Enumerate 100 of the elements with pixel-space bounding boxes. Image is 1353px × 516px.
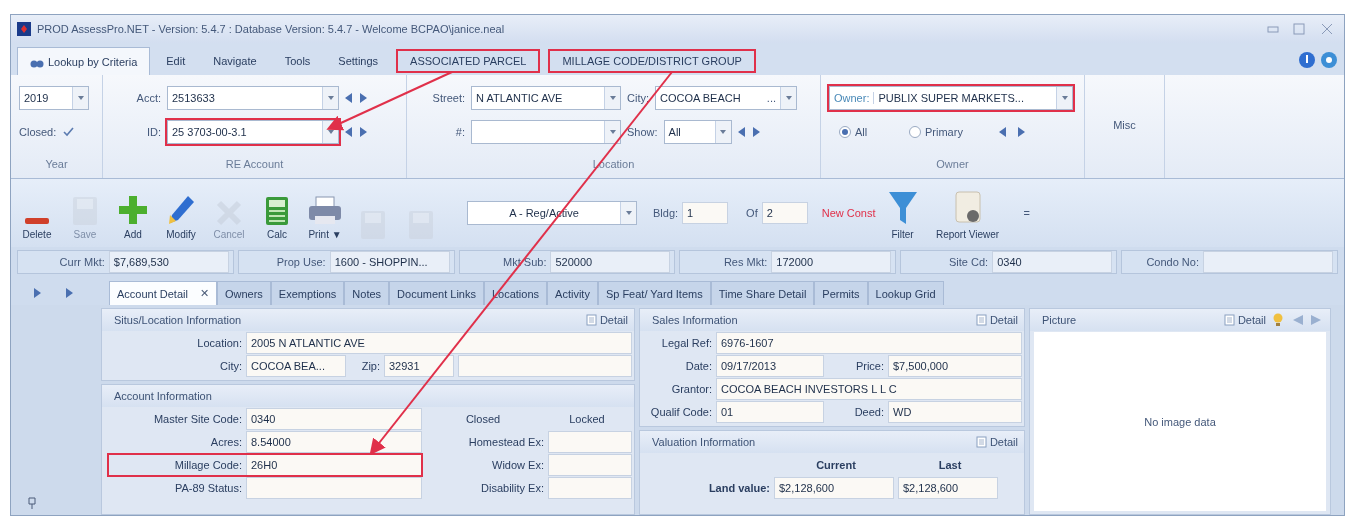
info-icon[interactable] xyxy=(1298,51,1316,69)
radio-option[interactable]: All xyxy=(839,126,899,138)
menu-tab[interactable]: Lookup by Criteria xyxy=(17,47,151,75)
help-icon[interactable] xyxy=(1320,51,1338,69)
filter-button[interactable]: Filter xyxy=(879,182,926,244)
menu-tab[interactable]: ASSOCIATED PARCEL xyxy=(394,47,543,75)
detail-tab[interactable]: Lookup Grid xyxy=(867,281,944,305)
detail-tab[interactable]: Document Links xyxy=(389,281,484,305)
detail-button[interactable]: Detail xyxy=(975,436,1018,448)
menu-tab[interactable]: Tools xyxy=(272,47,323,75)
value-field[interactable]: $2,128,600 xyxy=(774,477,894,499)
ellipsis-button[interactable]: ... xyxy=(762,92,780,104)
close-tab-button[interactable]: ✕ xyxy=(199,287,209,300)
detail-tab[interactable]: Permits xyxy=(814,281,868,305)
sales-field[interactable]: 09/17/2013 xyxy=(716,355,824,377)
year-dropdown[interactable]: 2019 xyxy=(19,86,89,110)
field-label: City: xyxy=(219,360,242,372)
detail-tab[interactable]: Sp Feat/ Yard Items xyxy=(597,281,711,305)
info-value: 0340 xyxy=(992,251,1113,273)
dropdown-button[interactable] xyxy=(322,87,338,109)
zip-field[interactable]: 32931 xyxy=(384,355,454,377)
previous-arrow-icon xyxy=(737,127,746,137)
detail-button[interactable]: Detail xyxy=(975,314,1018,326)
calc-button[interactable]: Calc xyxy=(255,182,299,244)
exemption-field[interactable] xyxy=(548,454,632,476)
info-value: 1600 - SHOPPIN... xyxy=(329,251,450,273)
minus-icon xyxy=(23,216,51,226)
detail-tab[interactable]: Time Share Detail xyxy=(710,281,815,305)
caret-icon xyxy=(609,96,616,100)
dropdown-button[interactable] xyxy=(714,121,731,143)
detail-button[interactable]: Detail xyxy=(1223,314,1266,326)
account-field[interactable]: 26H0 xyxy=(246,454,422,476)
account-field[interactable] xyxy=(246,477,422,499)
dropdown-button[interactable] xyxy=(620,202,636,224)
print-button[interactable]: Print ▼ xyxy=(303,182,347,244)
info-value: 172000 xyxy=(771,251,892,273)
panel-title: Sales Information xyxy=(652,314,739,326)
delete-button[interactable]: Delete xyxy=(15,182,59,244)
more-button[interactable]: = xyxy=(1023,207,1030,219)
city-dropdown[interactable]: COCOA BEACH ... xyxy=(655,86,797,110)
account-field[interactable]: 0340 xyxy=(246,408,422,430)
radio-option[interactable]: Primary xyxy=(909,126,989,138)
document-icon xyxy=(975,436,987,448)
detail-tab[interactable]: Activity xyxy=(547,281,598,305)
printer-icon xyxy=(308,196,342,226)
dropdown-button[interactable] xyxy=(1056,87,1072,109)
field-label: Homestead Ex: xyxy=(467,436,544,448)
sales-field[interactable]: $7,500,000 xyxy=(888,355,1022,377)
column-header: Last xyxy=(937,459,963,471)
minimize-icon[interactable] xyxy=(1266,24,1280,34)
column-header: Current xyxy=(815,459,857,471)
sales-field[interactable]: COCOA BEACH INVESTORS L L C xyxy=(716,378,1022,400)
sales-field[interactable]: 6976-1607 xyxy=(716,332,1022,354)
previous-arrow-icon xyxy=(345,93,353,103)
detail-button[interactable]: Detail xyxy=(585,314,628,326)
id-dropdown[interactable]: 25 3703-00-3.1 xyxy=(167,120,339,144)
dropdown-button[interactable] xyxy=(604,87,620,109)
closed-checkbox[interactable] xyxy=(62,125,76,139)
menu-tab[interactable]: Navigate xyxy=(201,47,269,75)
info-value: 520000 xyxy=(550,251,671,273)
location-field[interactable]: 2005 N ATLANTIC AVE xyxy=(246,332,632,354)
report-button[interactable]: Report Viewer xyxy=(929,182,1006,244)
dropdown-button[interactable] xyxy=(780,87,796,109)
group-label: RE Account xyxy=(224,158,285,172)
pencil-icon xyxy=(166,194,196,226)
detail-tab[interactable]: Account Detail ✕ xyxy=(109,281,217,305)
menu-tab[interactable]: Settings xyxy=(326,47,391,75)
bldg-field[interactable]: 1 xyxy=(682,202,729,224)
field-label: Qualif Code: xyxy=(649,406,712,418)
account-field[interactable]: 8.54000 xyxy=(246,431,422,453)
zip-extension-field[interactable] xyxy=(458,355,632,377)
show-dropdown[interactable]: All xyxy=(663,120,732,144)
misc-button[interactable]: Misc xyxy=(1113,119,1136,131)
next-arrow-icon xyxy=(751,127,760,137)
field-label: Land value: xyxy=(707,482,770,494)
add-button[interactable]: Add xyxy=(111,182,155,244)
lightbulb-icon[interactable] xyxy=(1272,313,1284,327)
of-label: Of xyxy=(746,207,758,219)
dropdown-button[interactable] xyxy=(604,121,620,143)
sales-field[interactable]: 01 xyxy=(716,401,824,423)
exemption-field[interactable] xyxy=(548,431,632,453)
caret-icon xyxy=(77,96,84,100)
detail-tab[interactable]: Owners xyxy=(216,281,271,305)
value-field[interactable]: $2,128,600 xyxy=(898,477,998,499)
caret-icon xyxy=(1061,96,1068,100)
dropdown-button[interactable] xyxy=(72,87,88,109)
owner-dropdown[interactable]: Owner: PUBLIX SUPER MARKETS... xyxy=(829,86,1073,110)
street-dropdown[interactable]: N ATLANTIC AVE xyxy=(471,86,621,110)
exemption-field[interactable] xyxy=(548,477,632,499)
number-dropdown[interactable] xyxy=(471,120,621,144)
acct-dropdown[interactable]: 2513633 xyxy=(167,86,339,110)
of-field[interactable]: 2 xyxy=(761,202,808,224)
detail-tab[interactable]: Exemptions xyxy=(270,281,345,305)
number-label: #: xyxy=(454,126,465,138)
modify-button[interactable]: Modify xyxy=(159,182,203,244)
city-field[interactable]: COCOA BEA... xyxy=(246,355,346,377)
menu-tab[interactable]: Edit xyxy=(154,47,198,75)
sales-field[interactable]: WD xyxy=(888,401,1022,423)
menu-tab[interactable]: MILLAGE CODE/DISTRICT GROUP xyxy=(546,47,758,75)
detail-tab[interactable]: Notes xyxy=(344,281,390,305)
